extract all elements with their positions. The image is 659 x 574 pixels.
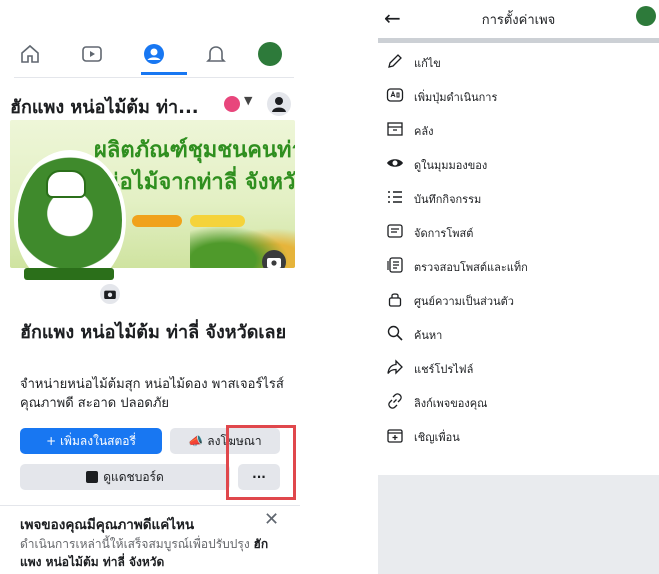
menu-item-label: แชร์โปรไฟล์ — [414, 363, 474, 376]
profile-avatar-icon[interactable] — [258, 42, 282, 66]
menu-item-edit[interactable]: แก้ไข — [378, 45, 659, 79]
switch-profile-icon[interactable] — [267, 92, 291, 116]
menu-item-label: แก้ไข — [414, 57, 441, 70]
bell-icon[interactable] — [204, 42, 228, 66]
search-icon — [386, 324, 404, 342]
top-tab-bar — [14, 38, 294, 78]
camera-icon[interactable] — [98, 282, 122, 306]
add-to-story-button[interactable]: + เพิ่มลงในสตอรี่ — [20, 428, 162, 454]
menu-item-page-link[interactable]: ลิงก์เพจของคุณ — [378, 385, 659, 419]
invite-friends-icon — [386, 426, 404, 444]
highlight-annotation — [226, 425, 296, 500]
menu-item-invite-friends[interactable]: เชิญเพื่อน — [378, 419, 659, 453]
home-icon[interactable] — [18, 42, 42, 66]
page-name: ฮักแพง หน่อไม้ต้ม ท่าลี่ จังหวัดเลย — [20, 322, 287, 343]
cover-tag-1 — [132, 215, 182, 227]
menu-item-label: ลิงก์เพจของคุณ — [414, 397, 488, 410]
camera-icon[interactable] — [262, 250, 286, 268]
archive-icon — [386, 120, 404, 138]
tip-body-text: ดำเนินการเหล่านี้ให้เสร็จสมบูรณ์เพื่อปรั… — [20, 537, 254, 551]
empty-area — [378, 475, 659, 574]
header-separator — [378, 38, 659, 43]
share-icon — [386, 358, 404, 376]
pencil-icon — [386, 52, 404, 70]
page-settings-panel: ← การตั้งค่าเพจ แก้ไข เพิ่มปุ่มดำเนินการ… — [378, 0, 659, 574]
menu-item-activity-log[interactable]: บันทึกกิจกรรม — [378, 181, 659, 215]
eye-icon — [386, 154, 404, 172]
page-header: ฮักแพง หน่อไม้ต้ม ท่า... ▼ — [10, 92, 295, 118]
active-tab-indicator — [141, 72, 187, 75]
settings-header: ← การตั้งค่าเพจ — [378, 0, 659, 40]
section-divider — [0, 505, 300, 506]
menu-item-label: ดูในมุมมองของ — [414, 159, 488, 172]
video-icon[interactable] — [80, 42, 104, 66]
profile-circle-icon[interactable] — [142, 42, 166, 66]
lock-icon — [386, 290, 404, 308]
link-icon — [386, 392, 404, 410]
menu-item-label: คลัง — [414, 125, 434, 138]
menu-item-archive[interactable]: คลัง — [378, 113, 659, 147]
profile-avatar-icon[interactable] — [636, 6, 656, 26]
dashboard-label: ดูแดชบอร์ด — [103, 469, 164, 484]
notification-badge-icon[interactable] — [224, 96, 240, 112]
close-icon[interactable]: ✕ — [264, 509, 279, 530]
manage-posts-icon — [386, 222, 404, 240]
page-description: จำหน่ายหน่อไม้ต้มสุก หน่อไม้ดอง พาสเจอร์… — [20, 377, 284, 411]
dashboard-button[interactable]: ดูแดชบอร์ด — [20, 464, 230, 490]
dashboard-icon — [86, 471, 99, 483]
menu-item-label: บันทึกกิจกรรม — [414, 193, 482, 206]
menu-item-label: ตรวจสอบโพสต์และแท็ก — [414, 261, 528, 274]
page-header-title: ฮักแพง หน่อไม้ต้ม ท่า... — [10, 97, 199, 118]
activity-list-icon — [386, 188, 404, 206]
menu-item-search[interactable]: ค้นหา — [378, 317, 659, 351]
menu-item-manage-posts[interactable]: จัดการโพสต์ — [378, 215, 659, 249]
profile-picture-label — [24, 268, 114, 280]
settings-title: การตั้งค่าเพจ — [481, 13, 556, 28]
menu-item-privacy-center[interactable]: ศูนย์ความเป็นส่วนตัว — [378, 283, 659, 317]
settings-menu: แก้ไข เพิ่มปุ่มดำเนินการ คลัง ดูในมุมมอง… — [378, 45, 659, 453]
page-view-panel: ฮักแพง หน่อไม้ต้ม ท่า... ▼ ผลิตภัณฑ์ชุมช… — [0, 0, 300, 574]
menu-item-view-as[interactable]: ดูในมุมมองของ — [378, 147, 659, 181]
page-quality-title: เพจของคุณมีคุณภาพดีแค่ไหน — [20, 517, 195, 533]
action-button-icon — [386, 86, 404, 104]
cover-headline-1: ผลิตภัณฑ์ชุมชนคนท่าลี่ — [94, 138, 295, 163]
menu-item-label: เพิ่มปุ่มดำเนินการ — [414, 91, 498, 104]
menu-item-label: จัดการโพสต์ — [414, 227, 474, 240]
menu-item-add-action-button[interactable]: เพิ่มปุ่มดำเนินการ — [378, 79, 659, 113]
review-tags-icon — [386, 256, 404, 274]
menu-item-label: ค้นหา — [414, 329, 443, 342]
menu-item-review-posts-tags[interactable]: ตรวจสอบโพสต์และแท็ก — [378, 249, 659, 283]
menu-item-label: เชิญเพื่อน — [414, 431, 460, 444]
menu-item-label: ศูนย์ความเป็นส่วนตัว — [414, 295, 514, 308]
chef-hat-illustration — [46, 170, 86, 198]
megaphone-icon: 📣 — [188, 434, 204, 448]
chevron-down-icon[interactable]: ▼ — [244, 94, 252, 107]
menu-item-share-profile[interactable]: แชร์โปรไฟล์ — [378, 351, 659, 385]
page-quality-body: ดำเนินการเหล่านี้ให้เสร็จสมบูรณ์เพื่อปรั… — [20, 535, 285, 571]
